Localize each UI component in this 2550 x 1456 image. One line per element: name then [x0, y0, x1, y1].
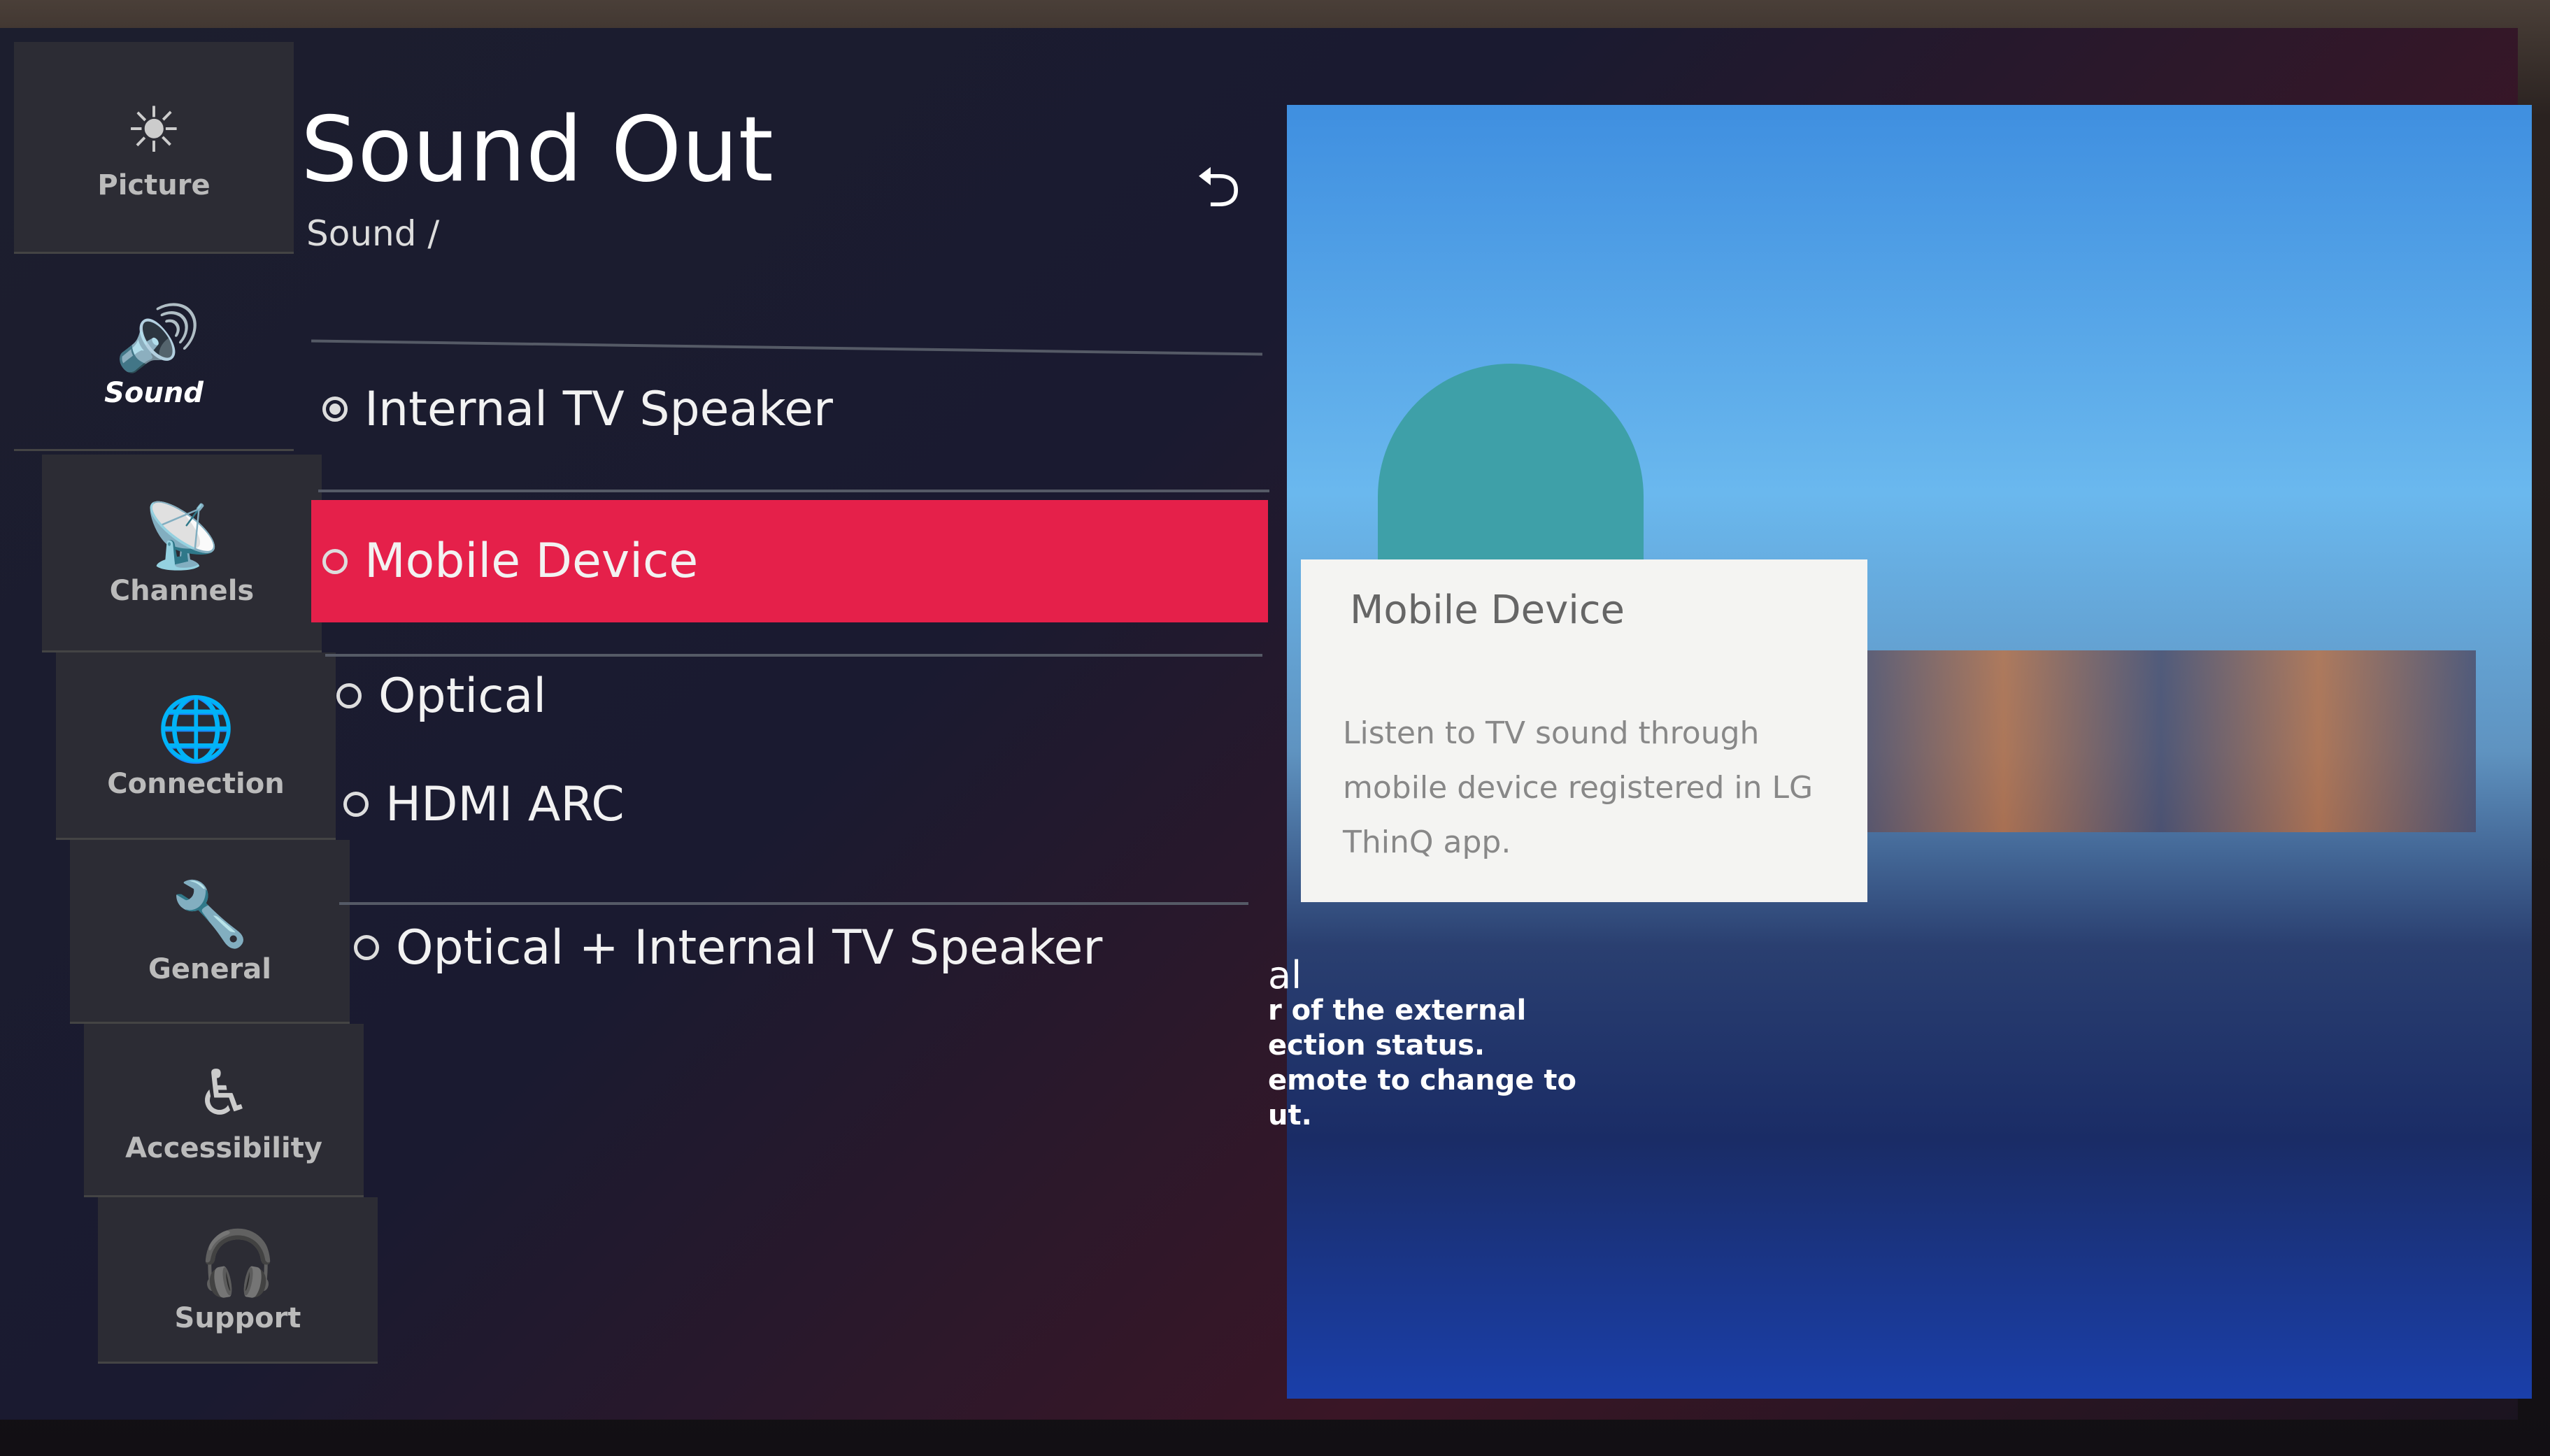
cathedral-dome	[1378, 364, 1644, 573]
sidebar-item-connection[interactable]: 🌐 Connection	[56, 652, 336, 840]
breadcrumb[interactable]: Sound /	[306, 213, 439, 254]
sidebar-item-accessibility[interactable]: ♿ Accessibility	[84, 1024, 364, 1197]
sidebar-item-channels[interactable]: 📡 Channels	[42, 455, 322, 652]
picture-icon: ☀	[125, 94, 183, 167]
option-description-tooltip: Mobile Device Listen to TV sound through…	[1301, 559, 1867, 902]
radio-icon	[343, 792, 369, 817]
sidebar-item-picture[interactable]: ☀ Picture	[14, 42, 294, 254]
globe-icon: 🌐	[156, 692, 236, 766]
option-optical-internal-tv-speaker[interactable]: Optical + Internal TV Speaker	[343, 895, 1252, 1000]
radio-icon	[322, 548, 348, 574]
colonnade	[1846, 650, 2476, 832]
divider	[318, 490, 1269, 492]
sidebar-item-sound[interactable]: 🔊 Sound	[14, 260, 294, 451]
wrench-icon: 🔧	[170, 878, 250, 951]
radio-checked-icon	[322, 397, 348, 422]
page-title: Sound Out	[301, 98, 774, 202]
support-icon: 🎧	[198, 1226, 278, 1300]
option-optical[interactable]: Optical	[325, 643, 1262, 748]
option-internal-tv-speaker[interactable]: Internal TV Speaker	[311, 357, 1262, 462]
back-icon[interactable]: ⮌	[1196, 147, 1241, 242]
sidebar-item-support[interactable]: 🎧 Support	[98, 1197, 378, 1364]
option-hdmi-arc[interactable]: HDMI ARC	[332, 752, 1262, 857]
accessibility-icon: ♿	[195, 1056, 252, 1130]
speaker-icon: 🔊	[114, 301, 194, 375]
background-description: al r of the external ection status. emot…	[1268, 953, 1576, 1132]
radio-icon	[354, 935, 379, 960]
radio-icon	[336, 683, 362, 708]
sidebar-item-general[interactable]: 🔧 General	[70, 840, 350, 1024]
settings-sidebar: ☀ Picture 🔊 Sound 📡 Channels 🌐 Connectio…	[14, 42, 378, 1371]
satellite-dish-icon: 📡	[142, 499, 222, 573]
option-mobile-device[interactable]: Mobile Device	[311, 500, 1268, 622]
